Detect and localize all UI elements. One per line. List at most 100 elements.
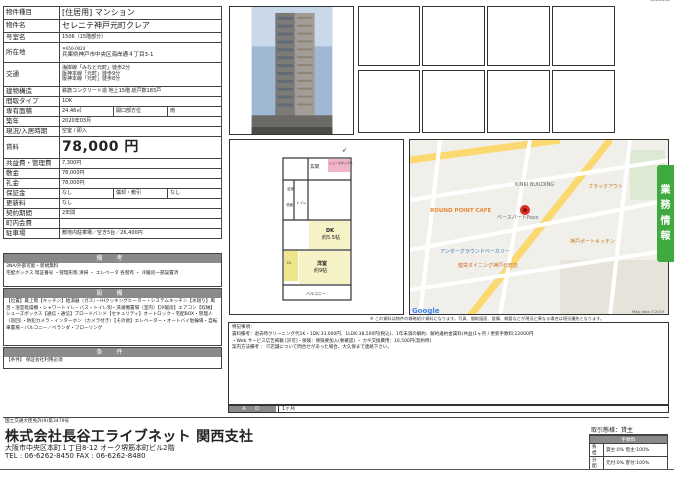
common-fee-label: 共益費・管理費 — [3, 158, 60, 169]
map-label: 神戸ポートキッチン — [570, 238, 615, 245]
layout-label: 間取タイプ — [3, 96, 60, 107]
structure-value: 鉄筋コンクリート造 地上15階 総戸数183戸 — [59, 86, 222, 97]
area-value: 24.46㎡ — [59, 106, 114, 117]
notes-text: 3NA/外部可能・新規無料 宅配ボックス 暗証番号 ・管理形態 清掃 ・ エレベ… — [6, 264, 179, 276]
parking-value: 敷地内駐車場／空き5台／26,400円 — [59, 228, 222, 239]
type-value: [住居用] マンション — [59, 6, 222, 20]
guarantee-label: 保証金 — [3, 188, 60, 199]
conditions-text: 【条件】 保証会社利用必須 — [6, 358, 63, 363]
facilities-text: 【位置】最上階【キッチン】給湯器（ガス）・IHクッキングヒーター・システムキッチ… — [6, 299, 218, 331]
business-info-tab[interactable]: 業 務 情 報 — [657, 165, 674, 262]
remarks-box: 特記事項： 賃料備考：退去時クリーニング代1K・1DK:33,000円、1LDK… — [228, 322, 669, 405]
map-label: ベースパートPoco — [497, 215, 538, 221]
photo-slot-3 — [487, 6, 550, 66]
association-fee-label: 町内会費 — [3, 218, 60, 229]
building-photo — [229, 6, 354, 135]
ad-label: A D — [229, 406, 276, 412]
dk-size: 約5.5帖 — [322, 234, 340, 241]
key-money-label: 礼金 — [3, 178, 60, 189]
balcony-label: バルコニー — [306, 291, 326, 296]
map-label: 健栄ダイニング神戸元町店 — [458, 262, 518, 269]
photo-slot-5 — [358, 70, 420, 133]
facilities-section: 設 備 【位置】最上階【キッチン】給湯器（ガス）・IHクッキングヒーター・システ… — [3, 288, 222, 346]
fee-head: 手数料 — [589, 435, 668, 444]
fee-row-label: 分配 — [589, 456, 604, 470]
guarantee-value: なし — [59, 188, 114, 199]
photo-slot-1 — [358, 6, 420, 66]
name-label: 物件名 — [3, 19, 60, 33]
contract-value: 2年間 — [59, 208, 222, 219]
traffic-line: 阪神本線「元町」徒歩8分 — [62, 76, 121, 83]
fee-row-value: 貸主:0% 借主:100% — [603, 443, 668, 457]
key-money-value: 78,000円 — [59, 178, 222, 189]
deal-terms-box: 取引態様：貸主 手数料 負担 貸主:0% 借主:100% 分配 元付:0% 客付… — [589, 425, 668, 470]
photo-slot-7 — [487, 70, 550, 133]
parking-label: 駐車場 — [3, 228, 60, 239]
property-spec-table: 物件種目 [住居用] マンション 物件名 セレニテ神戸元町クレア 号室名 150… — [3, 6, 222, 239]
room-size: 約9帖 — [314, 267, 327, 274]
bottom-strip — [0, 469, 674, 470]
photo-slot-4 — [552, 6, 615, 66]
deal-title: 取引態様：貸主 — [589, 425, 668, 435]
footer-divider — [3, 417, 669, 418]
google-logo: Google — [412, 307, 440, 315]
built-value: 2020年03月 — [59, 116, 222, 127]
ad-value: 1ヶ月 — [278, 406, 295, 413]
side-tab-char: 報 — [660, 231, 671, 242]
map-label: KINKI BUILDING — [515, 182, 554, 188]
fee-row-value: 元付:0% 客付:100% — [603, 456, 668, 470]
wash-label: 洗面 — [286, 202, 294, 207]
map-pin[interactable] — [520, 205, 530, 215]
room-value: 1506（15階部分） — [59, 32, 222, 43]
photo-slot-6 — [422, 70, 485, 133]
document-id: 4003546 — [649, 0, 670, 3]
toilet-label: トイレ — [296, 201, 307, 205]
bath-label: 浴室 — [287, 186, 295, 191]
remarks-text: 特記事項： 賃料備考：退去時クリーニング代1K・1DK:33,000円、1LDK… — [232, 325, 534, 351]
type-label: 物件種目 — [3, 6, 60, 20]
company-phone: TEL : 06-6262-8450 FAX : 06-6262-8480 — [5, 452, 146, 460]
common-fee-value: 7,300円 — [59, 158, 222, 169]
conditions-title: 条 件 — [4, 348, 221, 357]
status-label: 現況/入居時期 — [3, 126, 60, 137]
amortization-value: なし — [167, 188, 222, 199]
rent-label: 賃料 — [3, 136, 60, 159]
status-value: 空室 / 即入 — [59, 126, 222, 137]
amortization-label: 償却・敷引 — [113, 188, 168, 199]
direction-label: 開口部方位 — [113, 106, 168, 117]
map-label: ROUND POINT CAFE — [430, 208, 492, 214]
direction-value: 南 — [167, 106, 222, 117]
side-tab-char: 業 — [660, 184, 671, 196]
cl-label: CL — [287, 261, 291, 265]
fee-table: 手数料 負担 貸主:0% 借主:100% 分配 元付:0% 客付:100% — [589, 435, 668, 470]
fee-row-label: 負担 — [589, 443, 604, 457]
company-license: 国土交通大臣免許(9)第3479号 — [5, 419, 70, 424]
entrance-label: 玄関 — [310, 163, 319, 170]
map-label: ブラックアウト — [588, 183, 623, 190]
conditions-section: 条 件 【条件】 保証会社利用必須 — [3, 347, 222, 369]
built-label: 築年 — [3, 116, 60, 127]
structure-label: 建物構造 — [3, 86, 60, 97]
shoe-closet-label: シューズボックス — [329, 160, 353, 165]
notes-section: 備 考 3NA/外部可能・新規無料 宅配ボックス 暗証番号 ・管理形態 清掃 ・… — [3, 253, 222, 287]
location-map[interactable]: KINKI BUILDING ブラックアウト ROUND POINT CAFE … — [409, 139, 669, 315]
deposit-label: 敷金 — [3, 168, 60, 179]
name-value: セレニテ神戸元町クレア — [59, 19, 222, 33]
room-label: 号室名 — [3, 32, 60, 43]
contract-label: 契約期間 — [3, 208, 60, 219]
renewal-value: なし — [59, 198, 222, 209]
renewal-label: 更新料 — [3, 198, 60, 209]
side-tab-char: 情 — [660, 215, 671, 227]
dk-label: DK — [326, 228, 335, 234]
association-fee-value — [59, 218, 222, 229]
ad-row: A D 1ヶ月 — [228, 405, 669, 413]
map-label: アンダーグラウンドベーカリー — [440, 248, 510, 255]
side-tab-char: 務 — [660, 200, 671, 211]
layout-value: 1DK — [59, 96, 222, 107]
deposit-value: 78,000円 — [59, 168, 222, 179]
area-label: 専有面積 — [3, 106, 60, 117]
facilities-title: 設 備 — [4, 289, 221, 298]
address-value: 兵庫県神戸市中央区海岸通４丁目3-1 — [62, 51, 154, 58]
rent-value: 78,000 円 — [59, 136, 222, 159]
north-arrow: ➶ — [342, 147, 347, 154]
